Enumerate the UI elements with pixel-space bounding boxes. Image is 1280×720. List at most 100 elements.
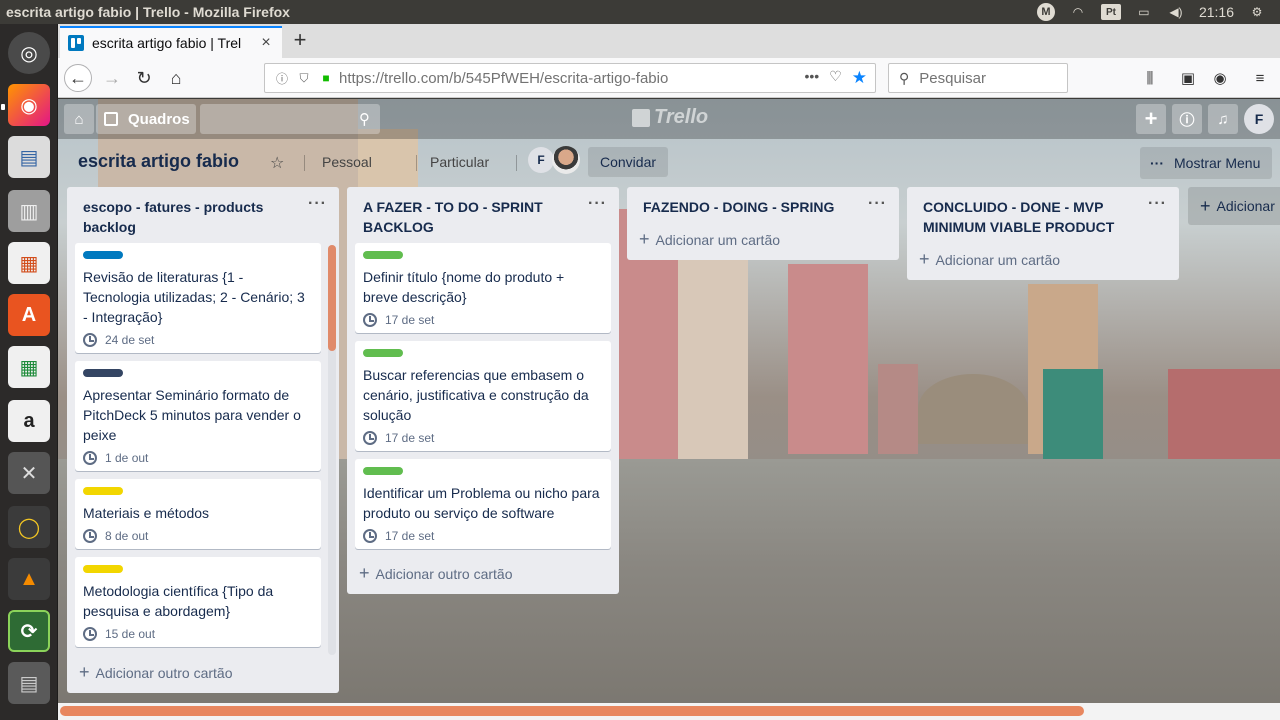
- list-title[interactable]: CONCLUIDO - DONE - MVP MINIMUM VIABLE PR…: [907, 187, 1179, 243]
- tracking-shield-icon[interactable]: ⛉: [295, 71, 313, 86]
- info-icon[interactable]: ⓘ: [273, 70, 291, 87]
- card[interactable]: Definir título {nome do produto + breve …: [355, 243, 611, 333]
- library-icon[interactable]: ⫼: [1140, 68, 1160, 88]
- boards-icon: [104, 112, 118, 126]
- bookmark-star-icon[interactable]: ★: [852, 68, 867, 88]
- list-menu-icon[interactable]: ···: [588, 194, 607, 214]
- search-input[interactable]: ⚲ Pesquisar: [888, 63, 1068, 93]
- card[interactable]: Revisão de literaturas {1 - Tecnologia u…: [75, 243, 321, 353]
- add-card-button[interactable]: + Adicionar um cartão: [627, 223, 899, 260]
- add-list-button[interactable]: + Adicionar: [1188, 187, 1280, 225]
- card-title: Identificar um Problema ou nicho para pr…: [363, 485, 600, 521]
- firefox-icon[interactable]: ◉: [8, 84, 50, 126]
- list-menu-icon[interactable]: ···: [868, 194, 887, 214]
- account-icon[interactable]: ◉: [1210, 68, 1230, 88]
- board-name[interactable]: escrita artigo fabio: [78, 151, 239, 172]
- forward-button[interactable]: →: [98, 64, 126, 92]
- board-header: escrita artigo fabio ☆ Pessoal Particula…: [58, 139, 1280, 185]
- browser-tab-active[interactable]: escrita artigo fabio | Trel ×: [60, 26, 282, 58]
- list-done: CONCLUIDO - DONE - MVP MINIMUM VIABLE PR…: [907, 187, 1179, 280]
- file-manager-icon[interactable]: ▥: [8, 190, 50, 232]
- card[interactable]: Apresentar Seminário formato de PitchDec…: [75, 361, 321, 471]
- add-card-label: Adicionar um cartão: [655, 231, 781, 248]
- member-avatar-photo[interactable]: [552, 146, 580, 174]
- trello-logo-text: Trello: [654, 106, 709, 128]
- member-avatar-initial[interactable]: F: [528, 147, 554, 173]
- keyboard-layout-indicator[interactable]: Pt: [1100, 4, 1121, 20]
- card[interactable]: Identificar um Problema ou nicho para pr…: [355, 459, 611, 549]
- url-path: /b/545PfWEH/escrita-artigo-fabio: [449, 69, 669, 87]
- clock-icon: [363, 431, 377, 445]
- vlc-icon[interactable]: ▲: [8, 558, 50, 600]
- home-button[interactable]: ⌂: [162, 64, 190, 92]
- show-menu-button[interactable]: ··· Mostrar Menu: [1140, 147, 1272, 179]
- volume-icon[interactable]: ◀): [1167, 3, 1185, 21]
- pocket-icon[interactable]: ♡: [829, 68, 842, 88]
- create-button[interactable]: +: [1136, 104, 1166, 134]
- sidebar-icon[interactable]: ▣: [1178, 68, 1198, 88]
- back-button[interactable]: ←: [64, 64, 92, 92]
- board-visibility-button[interactable]: Particular: [430, 154, 489, 170]
- new-tab-button[interactable]: +: [288, 27, 312, 52]
- invite-button[interactable]: Convidar: [588, 147, 669, 177]
- software-updater-icon[interactable]: ⟳: [8, 610, 50, 652]
- card-title: Definir título {nome do produto + breve …: [363, 269, 565, 305]
- board-search-input[interactable]: ⚲: [200, 104, 380, 134]
- workspace-switcher-icon[interactable]: ▤: [8, 662, 50, 704]
- add-list-label: Adicionar: [1216, 198, 1275, 214]
- reload-button[interactable]: ↻: [130, 64, 158, 92]
- lightbulb-icon[interactable]: ◯: [8, 506, 50, 548]
- user-avatar[interactable]: F: [1244, 104, 1274, 134]
- board-star-icon[interactable]: ☆: [270, 153, 284, 173]
- info-button[interactable]: ⓘ: [1172, 104, 1202, 134]
- software-center-icon[interactable]: A: [8, 294, 50, 336]
- due-date: 17 de set: [385, 529, 435, 543]
- list-scrollbar[interactable]: [328, 245, 336, 655]
- clock-icon: [83, 333, 97, 347]
- card-label: [83, 251, 123, 259]
- tab-close-icon[interactable]: ×: [258, 34, 274, 52]
- image-viewer-icon[interactable]: ▤: [8, 136, 50, 178]
- list-cards: Revisão de literaturas {1 - Tecnologia u…: [67, 243, 339, 655]
- system-settings-icon[interactable]: ✕: [8, 452, 50, 494]
- list-doing: FAZENDO - DOING - SPRING ··· + Adicionar…: [627, 187, 899, 260]
- scrollbar-thumb[interactable]: [328, 245, 336, 351]
- menu-hamburger-icon[interactable]: ≡: [1250, 68, 1270, 88]
- board-horizontal-scrollbar[interactable]: [60, 706, 1084, 716]
- add-card-button[interactable]: + Adicionar um cartão: [907, 243, 1179, 280]
- plus-icon: +: [919, 249, 930, 269]
- boards-button[interactable]: Quadros: [96, 104, 196, 134]
- add-card-button[interactable]: + Adicionar outro cartão: [67, 656, 242, 693]
- boards-label: Quadros: [128, 110, 190, 128]
- card[interactable]: Buscar referencias que embasem o cenário…: [355, 341, 611, 451]
- libreoffice-impress-icon[interactable]: ▦: [8, 242, 50, 284]
- home-board-button[interactable]: ⌂: [64, 104, 94, 134]
- due-date: 15 de out: [105, 627, 156, 641]
- wifi-icon[interactable]: ◠: [1069, 3, 1087, 21]
- url-text[interactable]: https://trello.com/b/545PfWEH/escrita-ar…: [339, 70, 804, 87]
- page-actions-icon[interactable]: •••: [804, 68, 819, 88]
- trello-logo[interactable]: Trello: [632, 106, 708, 129]
- system-clock[interactable]: 21:16: [1199, 4, 1234, 20]
- card[interactable]: Metodologia científica {Tipo da pesquisa…: [75, 557, 321, 647]
- list-menu-icon[interactable]: ···: [1148, 194, 1167, 214]
- notifications-bell-icon[interactable]: ♫: [1208, 104, 1238, 134]
- card[interactable]: Materiais e métodos 8 de out: [75, 479, 321, 549]
- mega-sync-icon[interactable]: M: [1036, 3, 1055, 21]
- list-title[interactable]: escopo - fatures - products backlog ···: [67, 187, 339, 243]
- add-card-button[interactable]: + Adicionar outro cartão: [347, 557, 619, 594]
- board-team-button[interactable]: Pessoal: [322, 154, 372, 170]
- system-top-panel: escrita artigo fabio | Trello - Mozilla …: [0, 0, 1280, 24]
- amazon-icon[interactable]: a: [8, 400, 50, 442]
- list-title[interactable]: FAZENDO - DOING - SPRING ···: [627, 187, 899, 223]
- lock-icon[interactable]: ■: [317, 71, 335, 85]
- running-indicator: [1, 104, 5, 110]
- list-title[interactable]: A FAZER - TO DO - SPRINT BACKLOG ···: [347, 187, 619, 243]
- card-label: [363, 251, 403, 259]
- power-gear-icon[interactable]: ⚙: [1248, 3, 1266, 21]
- libreoffice-calc-icon[interactable]: ▦: [8, 346, 50, 388]
- ubuntu-dash-icon[interactable]: ◎: [8, 32, 50, 74]
- battery-icon[interactable]: ▭: [1135, 3, 1153, 21]
- list-menu-icon[interactable]: ···: [308, 194, 327, 214]
- url-bar[interactable]: ⓘ ⛉ ■ https://trello.com/b/545PfWEH/escr…: [264, 63, 876, 93]
